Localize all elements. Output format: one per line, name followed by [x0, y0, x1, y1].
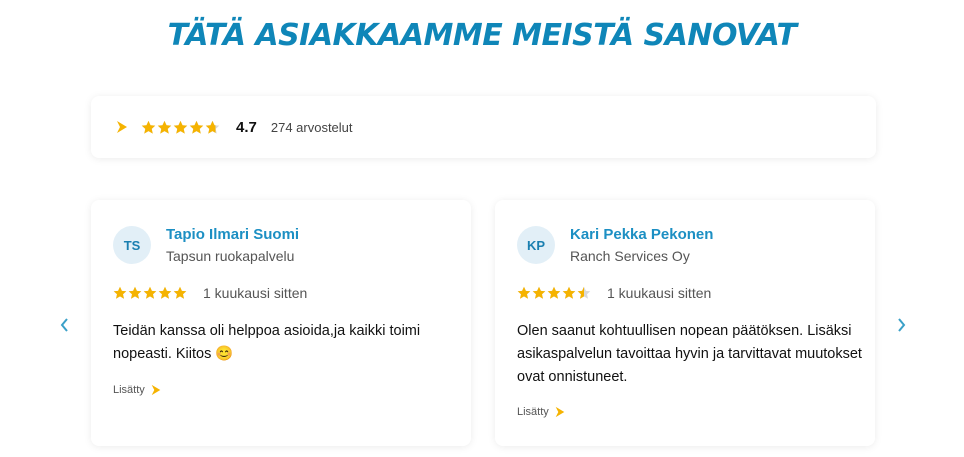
- added-via: Lisätty: [113, 384, 162, 396]
- star-icon: [128, 286, 142, 300]
- play-logo-icon: [150, 384, 162, 396]
- review-stars: [113, 286, 187, 300]
- star-icon: [158, 286, 172, 300]
- play-logo-icon: [554, 406, 566, 418]
- star-icon: [143, 286, 157, 300]
- review-count: 274 arvostelut: [270, 119, 353, 135]
- carousel-prev-button[interactable]: [56, 316, 72, 334]
- summary-stars: [141, 120, 220, 135]
- review-text: Teidän kanssa oli helppoa asioida,ja kai…: [113, 323, 421, 362]
- star-icon: [547, 286, 561, 300]
- added-label: Lisätty: [517, 406, 549, 418]
- review-text: Olen saanut kohtuullisen nopean päätökse…: [517, 323, 862, 385]
- star-icon: [517, 286, 531, 300]
- star-icon: [205, 120, 220, 135]
- chevron-left-icon: [60, 318, 68, 332]
- star-icon: [532, 286, 546, 300]
- reviewer-name: Tapio Ilmari Suomi: [166, 226, 300, 243]
- chevron-right-icon: [898, 318, 906, 332]
- review-stars: [517, 286, 591, 300]
- carousel-next-button[interactable]: [894, 316, 910, 334]
- star-icon: [173, 286, 187, 300]
- avatar: KP: [517, 226, 555, 264]
- review-time: 1 kuukausi sitten: [203, 285, 308, 301]
- star-icon: [562, 286, 576, 300]
- play-logo-icon: [115, 120, 129, 134]
- review-card: TS Tapio Ilmari Suomi Tapsun ruokapalvel…: [91, 200, 471, 446]
- added-via: Lisätty: [517, 406, 566, 418]
- review-time: 1 kuukausi sitten: [607, 285, 712, 301]
- reviewer-company: Tapsun ruokapalvelu: [166, 248, 295, 264]
- rating-summary: 4.7 274 arvostelut: [91, 96, 876, 158]
- star-icon: [189, 120, 204, 135]
- star-icon: [113, 286, 127, 300]
- star-icon: [577, 286, 591, 300]
- avatar: TS: [113, 226, 151, 264]
- average-rating: 4.7: [236, 118, 257, 136]
- reviewer-name: Kari Pekka Pekonen: [570, 226, 714, 243]
- reviewer-company: Ranch Services Oy: [570, 248, 690, 264]
- review-card: KP Kari Pekka Pekonen Ranch Services Oy …: [495, 200, 875, 446]
- star-icon: [157, 120, 172, 135]
- star-icon: [141, 120, 156, 135]
- section-title: TÄTÄ ASIAKKAAMME MEISTÄ SANOVAT: [167, 18, 797, 53]
- star-icon: [173, 120, 188, 135]
- added-label: Lisätty: [113, 384, 145, 396]
